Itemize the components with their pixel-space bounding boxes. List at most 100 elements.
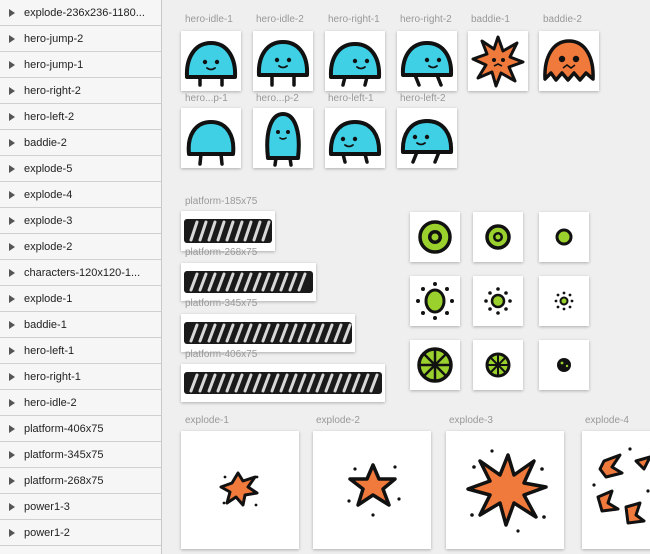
sidebar-item[interactable]: power1-2	[0, 520, 161, 546]
sprite-tile-hero-right-1[interactable]	[325, 31, 385, 91]
sidebar-item[interactable]: hero-right-1	[0, 364, 161, 390]
sidebar-item[interactable]: hero-jump-1	[0, 52, 161, 78]
sprite-tile-power-ring[interactable]	[410, 212, 460, 262]
hero-jump-icon	[186, 120, 236, 166]
sprite-label: platform-185x75	[185, 196, 258, 207]
sidebar-item[interactable]: explode-1	[0, 286, 161, 312]
sprite-tile-power-wheel[interactable]	[410, 340, 460, 390]
sprite-label: baddie-1	[471, 14, 510, 25]
disclosure-triangle-icon[interactable]	[9, 138, 15, 147]
sidebar-item[interactable]: power1-3	[0, 494, 161, 520]
sprite-label: hero-right-1	[328, 14, 380, 25]
disclosure-triangle-icon[interactable]	[9, 216, 15, 225]
sprite-tile-power-ring-small[interactable]	[473, 212, 523, 262]
platform-icon	[184, 372, 382, 394]
sidebar-item[interactable]: baddie-1	[0, 312, 161, 338]
sidebar-item-label: baddie-2	[24, 136, 67, 149]
sprite-tile-power-burst-small[interactable]	[539, 276, 589, 326]
sprite-tile-power-dot[interactable]	[539, 212, 589, 262]
sprite-tile-hero-left-1[interactable]	[325, 108, 385, 168]
disclosure-triangle-icon[interactable]	[9, 528, 15, 537]
sprite-tile-hero-left-2[interactable]	[397, 108, 457, 168]
sprite-tile-platform-185x75[interactable]	[181, 211, 275, 251]
disclosure-triangle-icon[interactable]	[9, 372, 15, 381]
hero-jump-icon	[265, 112, 301, 167]
sprite-tile-hero-jump-2[interactable]	[253, 108, 313, 168]
explosion-large-icon	[466, 449, 548, 533]
disclosure-triangle-icon[interactable]	[9, 112, 15, 121]
sprite-tile-power-wheel-medium[interactable]	[473, 340, 523, 390]
disclosure-triangle-icon[interactable]	[9, 8, 15, 17]
disclosure-triangle-icon[interactable]	[9, 34, 15, 43]
sidebar-item[interactable]: explode-236x236-1180...	[0, 0, 161, 26]
sidebar-item[interactable]: characters-120x120-1...	[0, 260, 161, 286]
sidebar-item[interactable]: platform-345x75	[0, 442, 161, 468]
disclosure-triangle-icon[interactable]	[9, 502, 15, 511]
sidebar-item[interactable]: hero-left-2	[0, 104, 161, 130]
sprite-label: explode-3	[449, 415, 493, 426]
sprite-tile-explode-4[interactable]	[582, 431, 650, 549]
disclosure-triangle-icon[interactable]	[9, 294, 15, 303]
disclosure-triangle-icon[interactable]	[9, 164, 15, 173]
sidebar-item-label: explode-5	[24, 162, 73, 175]
sprite-tile-platform-406x75[interactable]	[181, 364, 385, 402]
hero-left-icon	[328, 120, 382, 164]
sprite-tile-hero-jump-1[interactable]	[181, 108, 241, 168]
sidebar-item[interactable]: hero-right-2	[0, 78, 161, 104]
disclosure-triangle-icon[interactable]	[9, 398, 15, 407]
disclosure-triangle-icon[interactable]	[9, 190, 15, 199]
sprite-tile-baddie-1[interactable]	[468, 31, 528, 91]
disclosure-triangle-icon[interactable]	[9, 424, 15, 433]
sidebar-item[interactable]: platform-406x75	[0, 416, 161, 442]
explosion-small-icon	[219, 471, 259, 507]
sidebar-item-label: hero-jump-1	[24, 58, 84, 71]
sprite-tile-hero-right-2[interactable]	[397, 31, 457, 91]
disclosure-triangle-icon[interactable]	[9, 60, 15, 69]
sidebar-item-label: explode-2	[24, 240, 73, 253]
sidebar-item[interactable]: hero-jump-2	[0, 26, 161, 52]
sidebar-item-label: platform-406x75	[24, 422, 104, 435]
disclosure-triangle-icon[interactable]	[9, 476, 15, 485]
power-ring-icon	[485, 224, 511, 250]
sprite-tile-explode-3[interactable]	[446, 431, 564, 549]
disclosure-triangle-icon[interactable]	[9, 242, 15, 251]
power-dark-icon	[557, 358, 571, 372]
sprite-tile-platform-345x75[interactable]	[181, 314, 355, 352]
disclosure-triangle-icon[interactable]	[9, 450, 15, 459]
sprite-tile-power-dark[interactable]	[539, 340, 589, 390]
sprite-tile-hero-idle-1[interactable]	[181, 31, 241, 91]
sprite-label: hero...p-2	[256, 93, 299, 104]
sprite-tile-power-burst[interactable]	[410, 276, 460, 326]
sprite-tile-explode-1[interactable]	[181, 431, 299, 549]
disclosure-triangle-icon[interactable]	[9, 86, 15, 95]
sprite-tile-explode-2[interactable]	[313, 431, 431, 549]
sprite-label: baddie-2	[543, 14, 582, 25]
sprite-tile-hero-idle-2[interactable]	[253, 31, 313, 91]
sidebar-item[interactable]: baddie-2	[0, 130, 161, 156]
sidebar-item[interactable]: explode-3	[0, 208, 161, 234]
explosion-medium-icon	[347, 463, 401, 517]
sidebar-item[interactable]: explode-2	[0, 234, 161, 260]
sprite-tile-platform-268x75[interactable]	[181, 263, 316, 301]
disclosure-triangle-icon[interactable]	[9, 268, 15, 277]
sidebar-item-label: explode-4	[24, 188, 73, 201]
power-ring-icon	[418, 220, 452, 254]
disclosure-triangle-icon[interactable]	[9, 320, 15, 329]
sprite-tile-baddie-2[interactable]	[539, 31, 599, 91]
sidebar-item-label: baddie-1	[24, 318, 67, 331]
sidebar-item[interactable]: hero-idle-2	[0, 390, 161, 416]
sidebar-item-label: power1-2	[24, 526, 70, 539]
sidebar-item[interactable]: hero-left-1	[0, 338, 161, 364]
sidebar-item-label: hero-right-2	[24, 84, 81, 97]
sprite-label: hero-left-1	[328, 93, 374, 104]
sidebar-item-label: hero-left-1	[24, 344, 75, 357]
sprite-label: platform-345x75	[185, 298, 258, 309]
hero-left-icon	[400, 119, 454, 164]
sidebar-item[interactable]: explode-4	[0, 182, 161, 208]
disclosure-triangle-icon[interactable]	[9, 346, 15, 355]
sprite-canvas: hero-idle-1 hero-idle-2 hero-right-1 her…	[162, 0, 650, 554]
sprite-tile-power-burst-medium[interactable]	[473, 276, 523, 326]
sidebar-item[interactable]: platform-268x75	[0, 468, 161, 494]
sidebar-item[interactable]: explode-5	[0, 156, 161, 182]
sprite-label: hero-idle-1	[185, 14, 233, 25]
